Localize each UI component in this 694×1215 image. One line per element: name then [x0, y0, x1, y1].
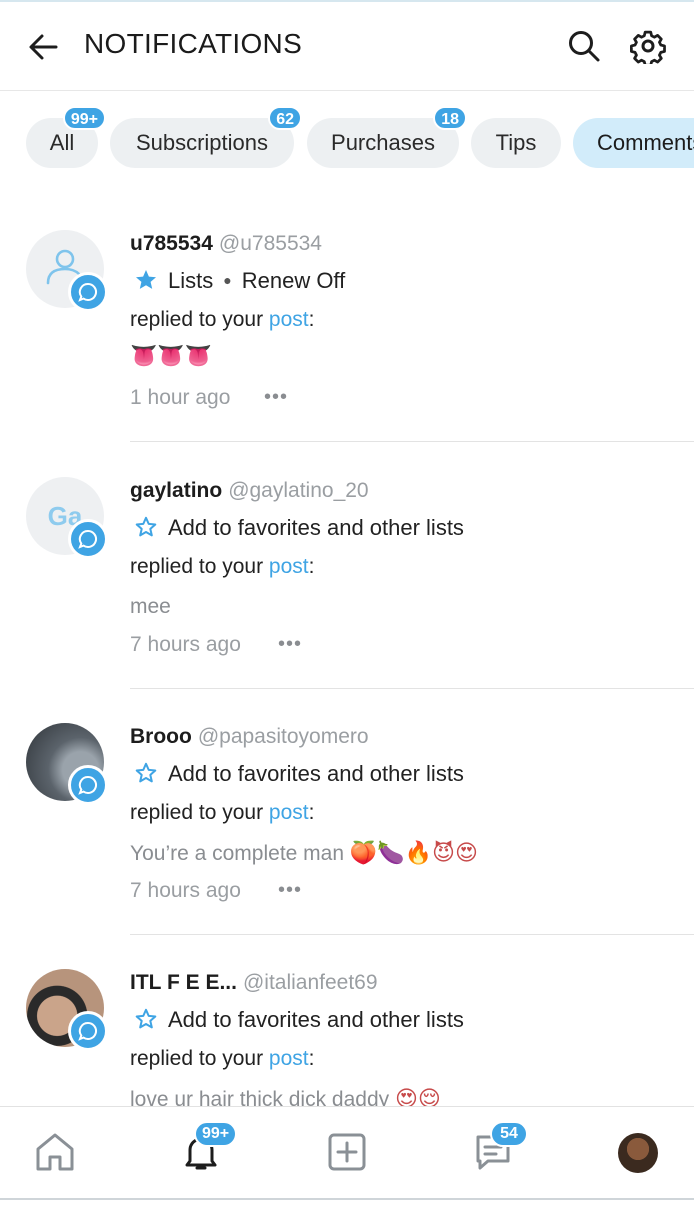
separator-dot: ●	[223, 272, 232, 288]
display-name: Brooo	[130, 725, 192, 748]
filter-purchases-badge: 18	[433, 106, 467, 130]
filter-all-badge: 99+	[62, 106, 106, 130]
filter-all-label: All	[49, 130, 75, 155]
timestamp: 7 hours ago	[130, 879, 241, 902]
user-handle: @papasitoyomero	[197, 725, 369, 748]
display-name: u785534	[130, 232, 213, 255]
reply-badge-icon	[68, 765, 108, 805]
action-label: replied to your	[130, 1047, 264, 1070]
action-colon: :	[308, 1047, 315, 1070]
display-name: ITL F E E...	[130, 971, 237, 994]
filter-subscriptions[interactable]: Subscriptions 62	[110, 106, 302, 168]
more-options-icon[interactable]: •••	[278, 633, 302, 656]
star-outline-icon	[135, 762, 157, 783]
page-title: NOTIFICATIONS	[84, 28, 303, 59]
filter-tips-label: Tips	[495, 130, 537, 155]
post-link[interactable]: post	[269, 555, 309, 578]
notifications-badge: 99+	[194, 1121, 238, 1147]
filter-all[interactable]: All 99+	[26, 106, 106, 168]
timestamp: 7 hours ago	[130, 633, 241, 656]
action-colon: :	[308, 555, 315, 578]
comment-text: mee	[130, 595, 171, 618]
post-link[interactable]: post	[269, 801, 309, 824]
user-handle: @u785534	[218, 232, 322, 255]
home-icon[interactable]	[32, 1129, 78, 1175]
user-handle: @gaylatino_20	[228, 479, 369, 502]
bottom-navigation: 99+ 54	[0, 1106, 694, 1201]
search-icon[interactable]	[566, 28, 602, 64]
action-label: replied to your	[130, 555, 264, 578]
add-to-lists[interactable]: Add to favorites and other lists	[134, 761, 464, 787]
notification-item[interactable]: u785534 @u785534 Lists ● Renew Off replied …	[0, 230, 694, 476]
action-label: replied to your	[130, 308, 264, 331]
filter-comments-label: Comments	[597, 130, 694, 155]
reply-badge-icon	[68, 1011, 108, 1051]
add-post-icon[interactable]	[324, 1129, 370, 1175]
divider	[130, 688, 694, 689]
notification-item[interactable]: Ga gaylatino @gaylatino_20 Add to favorit…	[0, 477, 694, 723]
back-arrow-icon[interactable]	[26, 30, 60, 64]
action-text: replied to your post:	[130, 308, 314, 332]
action-text: replied to your post:	[130, 1047, 314, 1071]
profile-avatar[interactable]	[618, 1133, 658, 1173]
divider	[130, 934, 694, 935]
user-handle: @italianfeet69	[242, 971, 378, 994]
reply-badge-icon	[68, 272, 108, 312]
filter-tips[interactable]: Tips	[471, 118, 561, 168]
comment-emoji: 🍑🍆🔥😈😍	[349, 841, 478, 866]
action-text: replied to your post:	[130, 801, 314, 825]
list-label: Add to favorites and other lists	[168, 761, 464, 786]
action-colon: :	[308, 801, 315, 824]
post-link[interactable]: post	[269, 1047, 309, 1070]
star-filled-icon	[136, 270, 156, 289]
filter-subscriptions-badge: 62	[268, 106, 302, 130]
more-options-icon[interactable]: •••	[278, 879, 302, 902]
messages-badge: 54	[490, 1121, 528, 1147]
settings-gear-icon[interactable]	[630, 28, 666, 64]
user-name[interactable]: Brooo @papasitoyomero	[130, 725, 369, 749]
comment: You’re a complete man 🍑🍆🔥😈😍	[130, 841, 478, 866]
notification-item[interactable]: Brooo @papasitoyomero Add to favorites an…	[0, 723, 694, 969]
action-colon: :	[308, 308, 315, 331]
list-info[interactable]: Lists ● Renew Off	[134, 268, 345, 294]
reply-badge-icon	[68, 519, 108, 559]
display-name: gaylatino	[130, 479, 223, 502]
add-to-lists[interactable]: Add to favorites and other lists	[134, 515, 464, 541]
divider	[130, 441, 694, 442]
comment-text: 👅👅👅	[130, 344, 213, 369]
star-outline-icon	[135, 1008, 157, 1029]
filter-purchases[interactable]: Purchases 18	[307, 106, 467, 168]
header: NOTIFICATIONS	[0, 2, 694, 91]
action-label: replied to your	[130, 801, 264, 824]
list-label: Lists	[168, 268, 214, 293]
filter-purchases-label: Purchases	[331, 130, 435, 155]
list-label: Add to favorites and other lists	[168, 515, 464, 540]
list-label: Add to favorites and other lists	[168, 1007, 464, 1032]
more-options-icon[interactable]: •••	[264, 386, 288, 409]
star-outline-icon	[135, 516, 157, 537]
action-text: replied to your post:	[130, 555, 314, 579]
filter-chips: All 99+ Subscriptions 62 Purchases 18 Ti…	[0, 100, 694, 180]
user-name[interactable]: ITL F E E... @italianfeet69	[130, 971, 378, 995]
user-name[interactable]: gaylatino @gaylatino_20	[130, 479, 369, 503]
post-link[interactable]: post	[269, 308, 309, 331]
renew-status: Renew Off	[241, 268, 346, 293]
filter-comments[interactable]: Comments	[573, 118, 694, 168]
timestamp: 1 hour ago	[130, 386, 231, 409]
comment-text: You’re a complete man	[130, 842, 345, 865]
add-to-lists[interactable]: Add to favorites and other lists	[134, 1007, 464, 1033]
user-name[interactable]: u785534 @u785534	[130, 232, 322, 256]
filter-subscriptions-label: Subscriptions	[135, 130, 269, 155]
